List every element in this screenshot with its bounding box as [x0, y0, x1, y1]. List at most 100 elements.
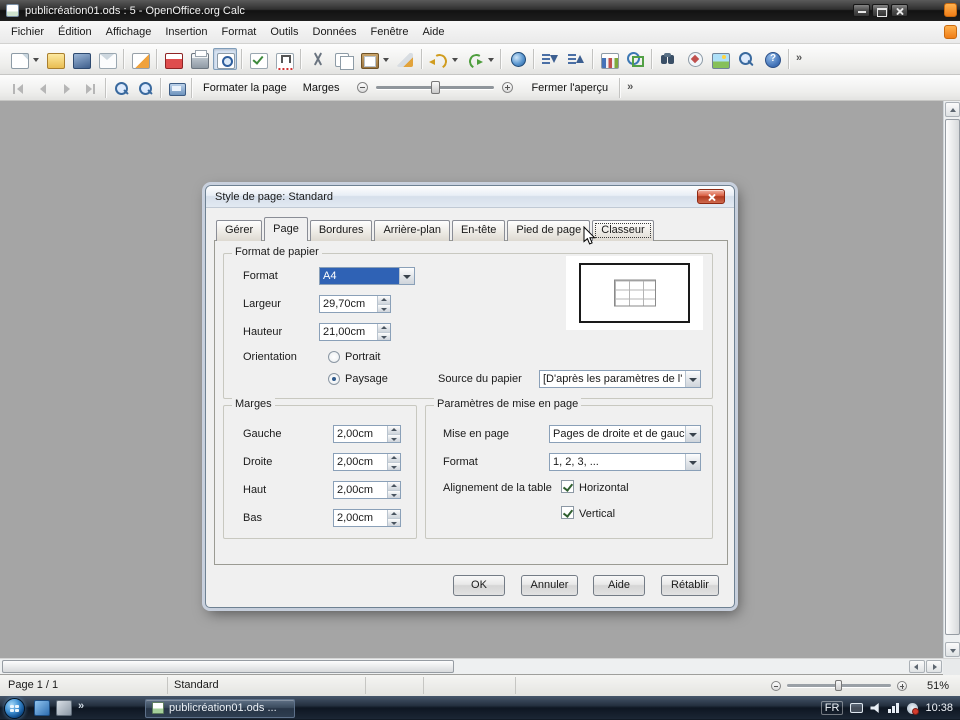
zoom-icon[interactable]	[734, 48, 758, 70]
sort-descending-icon[interactable]	[564, 48, 588, 70]
start-button[interactable]	[4, 697, 25, 719]
menu-fenetre[interactable]: Fenêtre	[364, 22, 416, 42]
slider-track[interactable]	[376, 81, 495, 94]
menu-aide[interactable]: Aide	[415, 22, 451, 42]
vertical-checkbox[interactable]	[561, 506, 574, 519]
chevron-down-icon[interactable]	[685, 371, 700, 387]
show-draw-functions-icon[interactable]	[623, 48, 647, 70]
autospellcheck-icon[interactable]	[272, 48, 296, 70]
cancel-button[interactable]: Annuler	[521, 575, 578, 596]
document-as-email-icon[interactable]	[95, 48, 119, 70]
save-icon[interactable]	[69, 48, 93, 70]
close-preview-button[interactable]: Fermer l'aperçu	[523, 79, 616, 97]
menu-fichier[interactable]: Fichier	[4, 22, 51, 42]
help-icon[interactable]	[760, 48, 784, 70]
page-style-indicator[interactable]: Standard	[168, 677, 366, 694]
previous-page-icon[interactable]	[31, 78, 53, 98]
export-pdf-icon[interactable]	[161, 48, 185, 70]
spin-up-icon[interactable]	[378, 296, 390, 305]
minimize-button[interactable]	[853, 4, 870, 17]
zoom-slider-handle[interactable]	[835, 680, 842, 691]
format-page-button[interactable]: Formater la page	[195, 79, 295, 97]
menu-affichage[interactable]: Affichage	[99, 22, 159, 42]
spin-down-icon[interactable]	[378, 304, 390, 312]
spin-up-icon[interactable]	[388, 454, 400, 463]
zoom-out-icon[interactable]	[134, 77, 156, 98]
chevron-down-icon[interactable]	[399, 268, 414, 284]
menu-format[interactable]: Format	[215, 22, 264, 42]
vertical-checkbox-label[interactable]: Vertical	[579, 508, 615, 520]
spin-down-icon[interactable]	[388, 462, 400, 470]
full-screen-icon[interactable]	[165, 78, 187, 98]
portrait-radio-label[interactable]: Portrait	[345, 351, 380, 363]
menu-insertion[interactable]: Insertion	[158, 22, 214, 42]
spin-down-icon[interactable]	[388, 518, 400, 526]
tab-classeur[interactable]: Classeur	[592, 220, 654, 241]
gallery-icon[interactable]	[708, 48, 732, 70]
menu-outils[interactable]: Outils	[263, 22, 305, 42]
quick-launch-show-desktop-icon[interactable]	[34, 700, 50, 716]
menu-donnees[interactable]: Données	[306, 22, 364, 42]
scroll-right-icon[interactable]	[926, 660, 942, 673]
toolbar-overflow-icon[interactable]	[624, 77, 638, 99]
vertical-scrollbar[interactable]	[943, 101, 960, 658]
chevron-down-icon[interactable]	[685, 426, 700, 442]
tab-arriere-plan[interactable]: Arrière-plan	[374, 220, 450, 241]
next-page-icon[interactable]	[55, 78, 77, 98]
insert-chart-icon[interactable]	[597, 48, 621, 70]
spin-down-icon[interactable]	[388, 434, 400, 442]
vertical-scrollbar-thumb[interactable]	[945, 119, 960, 635]
zoom-in-button[interactable]	[897, 680, 907, 691]
reset-button[interactable]: Rétablir	[661, 575, 719, 596]
dialog-close-button[interactable]	[697, 189, 725, 204]
spin-down-icon[interactable]	[378, 332, 390, 340]
taskbar-task-button[interactable]: publicréation01.ods ...	[145, 698, 295, 718]
quick-launch-window-switcher-icon[interactable]	[56, 700, 72, 716]
help-button[interactable]: Aide	[593, 575, 645, 596]
new-document-dropdown-icon[interactable]	[32, 48, 41, 70]
number-format-combobox[interactable]: 1, 2, 3, ...	[549, 453, 701, 471]
zoom-out-button[interactable]	[771, 680, 781, 691]
sort-ascending-icon[interactable]	[538, 48, 562, 70]
page-preview-icon[interactable]	[213, 48, 237, 70]
close-button[interactable]	[891, 4, 908, 17]
open-icon[interactable]	[43, 48, 67, 70]
last-page-icon[interactable]	[79, 78, 101, 98]
zoom-percentage[interactable]: 51%	[913, 680, 953, 692]
ok-button[interactable]: OK	[453, 575, 505, 596]
tab-bordures[interactable]: Bordures	[309, 220, 373, 241]
slider-handle[interactable]	[431, 81, 441, 94]
horizontal-scrollbar-thumb[interactable]	[2, 660, 454, 673]
tab-en-tete[interactable]: En-tête	[451, 220, 506, 241]
margin-right-field[interactable]: 2,00cm	[333, 453, 401, 471]
format-paintbrush-icon[interactable]	[393, 48, 417, 70]
maximize-button[interactable]	[872, 4, 889, 17]
tab-page[interactable]: Page	[264, 217, 308, 241]
scroll-left-icon[interactable]	[909, 660, 925, 673]
width-field[interactable]: 29,70cm	[319, 295, 391, 313]
edit-file-icon[interactable]	[128, 48, 152, 70]
portrait-radio[interactable]	[328, 351, 340, 363]
spin-up-icon[interactable]	[388, 482, 400, 491]
keyboard-layout-icon[interactable]	[850, 703, 864, 713]
height-field[interactable]: 21,00cm	[319, 323, 391, 341]
spellcheck-icon[interactable]	[246, 48, 270, 70]
language-indicator[interactable]: FR	[820, 701, 844, 715]
zoom-in-icon[interactable]	[110, 78, 132, 98]
landscape-radio[interactable]	[328, 373, 340, 385]
page-layout-combobox[interactable]: Pages de droite et de gauc	[549, 425, 701, 443]
cut-icon[interactable]	[305, 48, 329, 70]
paper-format-combobox[interactable]: A4	[319, 267, 415, 285]
tab-gerer[interactable]: Gérer	[216, 220, 263, 241]
margin-top-field[interactable]: 2,00cm	[333, 481, 401, 499]
security-center-icon[interactable]	[907, 702, 920, 715]
find-and-replace-icon[interactable]	[656, 48, 680, 70]
network-icon[interactable]	[888, 703, 901, 713]
zoom-slider[interactable]	[787, 680, 891, 691]
spin-up-icon[interactable]	[388, 426, 400, 435]
landscape-radio-label[interactable]: Paysage	[345, 373, 388, 385]
horizontal-scrollbar[interactable]	[0, 658, 960, 675]
margins-button[interactable]: Marges	[295, 79, 348, 97]
volume-icon[interactable]	[870, 703, 879, 713]
spin-up-icon[interactable]	[388, 510, 400, 519]
